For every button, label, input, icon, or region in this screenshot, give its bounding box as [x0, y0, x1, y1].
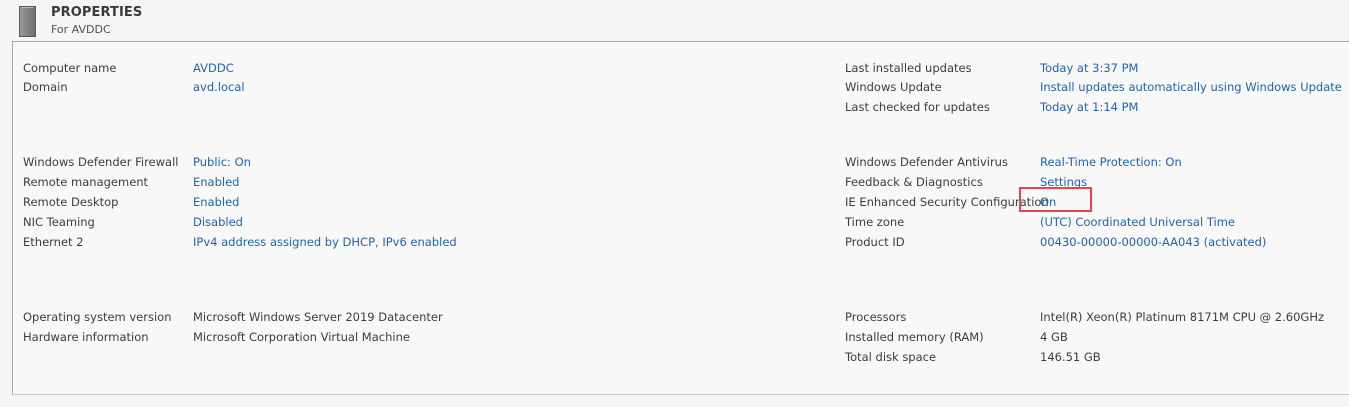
property-label: Ethernet 2: [23, 235, 84, 249]
firewall-link[interactable]: Public: On: [193, 154, 251, 170]
hardware-info-value: Microsoft Corporation Virtual Machine: [193, 330, 410, 344]
server-icon: [19, 6, 36, 37]
property-label: Installed memory (RAM): [845, 330, 984, 344]
page-subtitle: For AVDDC: [51, 23, 111, 36]
remote-desktop-link[interactable]: Enabled: [193, 194, 239, 210]
property-label: Hardware information: [23, 330, 149, 344]
divider: [12, 394, 1349, 395]
property-label: Windows Update: [845, 80, 942, 94]
nic-teaming-link[interactable]: Disabled: [193, 214, 243, 230]
remote-management-link[interactable]: Enabled: [193, 174, 239, 190]
property-label: Domain: [23, 80, 68, 94]
property-label: Operating system version: [23, 310, 172, 324]
property-label: NIC Teaming: [23, 215, 95, 229]
product-id-link[interactable]: 00430-00000-00000-AA043 (activated): [1040, 234, 1266, 250]
property-label: Remote Desktop: [23, 195, 119, 209]
property-label: Remote management: [23, 175, 149, 189]
property-label: Time zone: [845, 215, 905, 229]
property-label: Processors: [845, 310, 907, 324]
processors-value: Intel(R) Xeon(R) Platinum 8171M CPU @ 2.…: [1040, 310, 1325, 324]
ethernet-link[interactable]: IPv4 address assigned by DHCP, IPv6 enab…: [193, 234, 457, 250]
property-label: Last checked for updates: [845, 100, 990, 114]
memory-value: 4 GB: [1040, 330, 1068, 344]
property-label: Total disk space: [845, 350, 937, 364]
antivirus-link[interactable]: Real-Time Protection: On: [1040, 154, 1182, 170]
computer-name-link[interactable]: AVDDC: [193, 60, 234, 76]
property-label: Computer name: [23, 61, 117, 75]
property-label: Windows Defender Antivirus: [845, 155, 1008, 169]
property-label: Windows Defender Firewall: [23, 155, 179, 169]
last-checked-link[interactable]: Today at 1:14 PM: [1040, 99, 1138, 115]
domain-link[interactable]: avd.local: [193, 79, 245, 95]
os-version-value: Microsoft Windows Server 2019 Datacenter: [193, 310, 443, 324]
highlight-box: [1019, 187, 1092, 212]
time-zone-link[interactable]: (UTC) Coordinated Universal Time: [1040, 214, 1235, 230]
property-label: Last installed updates: [845, 61, 972, 75]
property-label: Feedback & Diagnostics: [845, 175, 983, 189]
disk-space-value: 146.51 GB: [1040, 350, 1101, 364]
property-label: Product ID: [845, 235, 905, 249]
page-title: PROPERTIES: [51, 5, 143, 20]
windows-update-link[interactable]: Install updates automatically using Wind…: [1040, 79, 1342, 95]
last-installed-updates-link[interactable]: Today at 3:37 PM: [1040, 60, 1138, 76]
